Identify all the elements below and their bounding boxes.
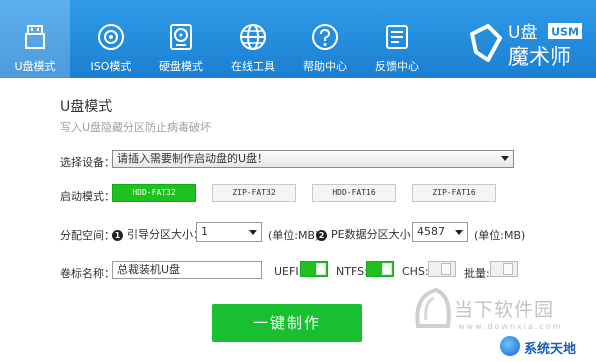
boot-mode-zip-fat16[interactable]: ZIP-FAT16 <box>412 184 496 202</box>
watermark-site-name: 当下软件园 <box>454 299 555 321</box>
boot-mode-hdd-fat16[interactable]: HDD-FAT16 <box>312 184 396 202</box>
svg-text:U盘: U盘 <box>508 23 537 43</box>
uefi-label: UEFI: <box>274 265 303 278</box>
nav-tab-label: 硬盘模式 <box>159 60 203 73</box>
svg-text:魔术师: 魔术师 <box>508 45 571 69</box>
nav-tab-usb-mode[interactable]: U盘模式 <box>0 0 70 78</box>
nav-tab-label: ISO模式 <box>90 60 132 73</box>
nav-tab-label: U盘模式 <box>14 60 56 73</box>
xitongtiandi-logo-icon <box>500 336 520 356</box>
page-subtitle: 写入U盘隐藏分区防止病毒破坏 <box>60 121 212 134</box>
page-title: U盘模式 <box>60 99 113 115</box>
top-nav-bar: U盘模式 ISO模式 硬盘模式 在线工具 帮助中心 反馈中心 U盘 USM 魔术… <box>0 0 596 78</box>
volume-name-value: 总裁装机U盘 <box>117 263 181 276</box>
nav-tab-feedback-center[interactable]: 反馈中心 <box>362 0 432 78</box>
feedback-icon <box>382 22 412 52</box>
one-click-make-button[interactable]: 一键制作 <box>212 304 362 342</box>
partition-label: 分配空间： <box>60 229 115 242</box>
ntfs-label: NTFS: <box>336 265 368 278</box>
pe-partition-size-combo[interactable]: 4587 <box>412 222 468 242</box>
chevron-down-icon <box>501 156 509 161</box>
boot-mode-hdd-fat32[interactable]: HDD-FAT32 <box>112 184 196 202</box>
volume-label: 卷标名称： <box>60 267 115 280</box>
device-select-value: 请插入需要制作启动盘的U盘！ <box>117 152 269 165</box>
disc-icon <box>96 22 126 52</box>
device-label: 选择设备： <box>60 156 115 169</box>
chs-toggle[interactable] <box>428 261 456 277</box>
boot-partition-label: 1 引导分区大小： <box>112 226 204 242</box>
device-select[interactable]: 请插入需要制作启动盘的U盘！ <box>112 150 514 168</box>
unit-label-2: (单位:MB) <box>474 229 526 242</box>
toggle-knob <box>503 263 513 275</box>
batch-toggle[interactable] <box>490 261 518 277</box>
brand-logo: U盘 USM 魔术师 <box>468 12 588 72</box>
volume-name-input[interactable]: 总裁装机U盘 <box>112 261 262 279</box>
nav-tab-label: 帮助中心 <box>303 60 347 73</box>
toggle-knob <box>316 263 326 275</box>
step-1-badge: 1 <box>112 229 123 241</box>
usb-drive-icon <box>20 22 50 52</box>
ntfs-toggle[interactable] <box>366 261 394 277</box>
boot-mode-zip-fat32[interactable]: ZIP-FAT32 <box>212 184 296 202</box>
pe-partition-size-value: 4587 <box>417 225 445 238</box>
uefi-toggle[interactable] <box>300 261 328 277</box>
toggle-knob <box>382 263 392 275</box>
nav-tab-online-tools[interactable]: 在线工具 <box>218 0 288 78</box>
nav-tab-label: 在线工具 <box>231 60 275 73</box>
pe-partition-label: 2 PE数据分区大小： <box>316 226 422 242</box>
nav-tab-help-center[interactable]: 帮助中心 <box>290 0 360 78</box>
watermark-site-name-2: 系统天地 <box>524 342 577 357</box>
nav-tab-hdd-mode[interactable]: 硬盘模式 <box>146 0 216 78</box>
nav-tab-iso-mode[interactable]: ISO模式 <box>76 0 146 78</box>
boot-partition-size-combo[interactable]: 1 <box>196 222 262 242</box>
batch-label: 批量: <box>464 267 490 280</box>
nav-tab-label: 反馈中心 <box>375 60 419 73</box>
toggle-knob <box>441 263 451 275</box>
svg-text:USM: USM <box>551 26 579 39</box>
chs-label: CHS: <box>402 265 429 278</box>
hard-disk-icon <box>166 22 196 52</box>
chevron-down-icon <box>249 230 257 235</box>
chevron-down-icon <box>455 230 463 235</box>
step-2-badge: 2 <box>316 229 327 241</box>
watermark-site-url: www.downxia.com <box>458 322 563 331</box>
boot-partition-size-value: 1 <box>201 225 208 238</box>
globe-icon <box>238 22 268 52</box>
boot-mode-label: 启动模式： <box>60 190 115 203</box>
unit-label-1: (单位:MB) <box>268 229 320 242</box>
help-icon <box>310 22 340 52</box>
